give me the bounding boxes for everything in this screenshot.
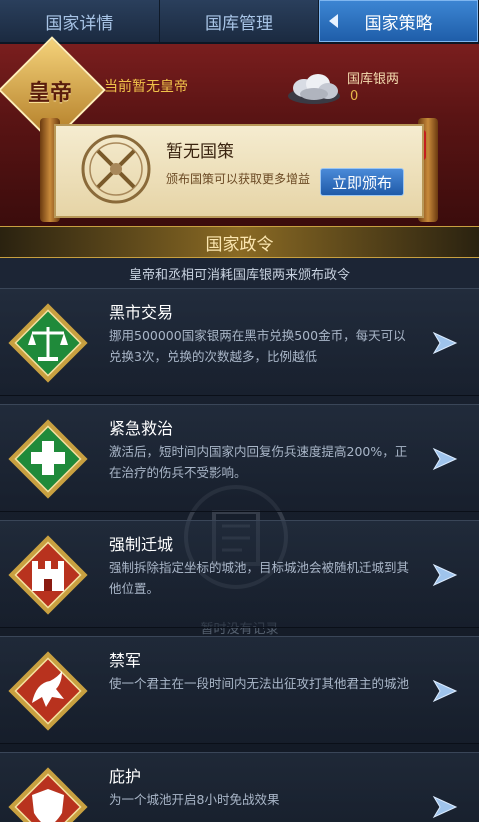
triangle-left-icon [329,14,339,28]
policy-row[interactable]: 庇护为一个城池开启8小时免战效果 [0,752,479,822]
emperor-seal-text: 皇帝 [27,80,72,106]
shield-icon [8,767,88,822]
policy-title: 庇护 [109,767,142,786]
tab-country-details[interactable]: 国家详情 [0,0,160,42]
castle-icon [8,535,88,615]
section-subtitle: 皇帝和丞相可消耗国库银两来颁布政令 [0,258,479,288]
policy-description: 强制拆除指定坐标的城池，目标城池会被随机迁城到其他位置。 [109,560,410,596]
policy-row[interactable]: 强制迁城强制拆除指定坐标的城池，目标城池会被随机迁城到其他位置。 [0,520,479,628]
pegasus-icon [8,651,88,731]
scales-icon [8,303,88,383]
tab-treasury-management[interactable]: 国库管理 [160,0,320,42]
tab-bar: 国家详情 国库管理 国家策略 [0,0,479,44]
tab-country-strategy[interactable]: 国家策略 [319,0,479,42]
send-arrow-icon[interactable] [432,795,458,819]
policy-row[interactable]: 紧急救治激活后，短时间内国家内回复伤兵速度提高200%，正在治疗的伤兵不受影响。 [0,404,479,512]
policy-title: 禁军 [109,651,142,670]
policy-row[interactable]: 禁军使一个君主在一段时间内无法出征攻打其他君主的城池 [0,636,479,744]
send-arrow-icon[interactable] [432,447,458,471]
send-arrow-icon[interactable] [432,563,458,587]
crossed-swords-icon [81,134,151,204]
policy-row[interactable]: 黑市交易挪用500000国家银两在黑市兑换500金币，每天可以兑换3次，兑换的次… [0,288,479,396]
policy-description: 挪用500000国家银两在黑市兑换500金币，每天可以兑换3次，兑换的次数越多，… [109,328,406,364]
medical-cross-icon [8,419,88,499]
tab-label: 国库管理 [205,13,273,34]
silver-ingot-icon [288,74,340,104]
policy-title: 黑市交易 [109,303,174,322]
policy-description: 使一个君主在一段时间内无法出征攻打其他君主的城池 [109,676,410,691]
policy-title: 紧急救治 [109,419,174,438]
tab-label: 国家策略 [364,13,433,34]
section-title: 国家政令 [0,226,479,258]
decree-description: 颁布国策可以获取更多增益 [166,172,311,186]
send-arrow-icon[interactable] [432,679,458,703]
policy-list[interactable]: 暂时没有记录 黑市交易 挪用500000国家银两在黑市兑换500金币，每天可以兑换… [0,288,479,822]
policy-description: 激活后，短时间内国家内回复伤兵速度提高200%，正在治疗的伤兵不受影响。 [109,444,408,480]
policy-description: 为一个城池开启8小时免战效果 [109,792,280,807]
policy-title: 强制迁城 [109,535,174,554]
issue-decree-button[interactable]: 立即颁布 [320,168,404,196]
treasury-silver-value: 0 [350,89,359,104]
decree-title: 暂无国策 [166,142,234,162]
send-arrow-icon[interactable] [432,331,458,355]
emperor-status: 当前暂无皇帝 [104,79,188,95]
tab-label: 国家详情 [45,13,114,34]
treasury-silver-label: 国库银两 [347,72,400,87]
